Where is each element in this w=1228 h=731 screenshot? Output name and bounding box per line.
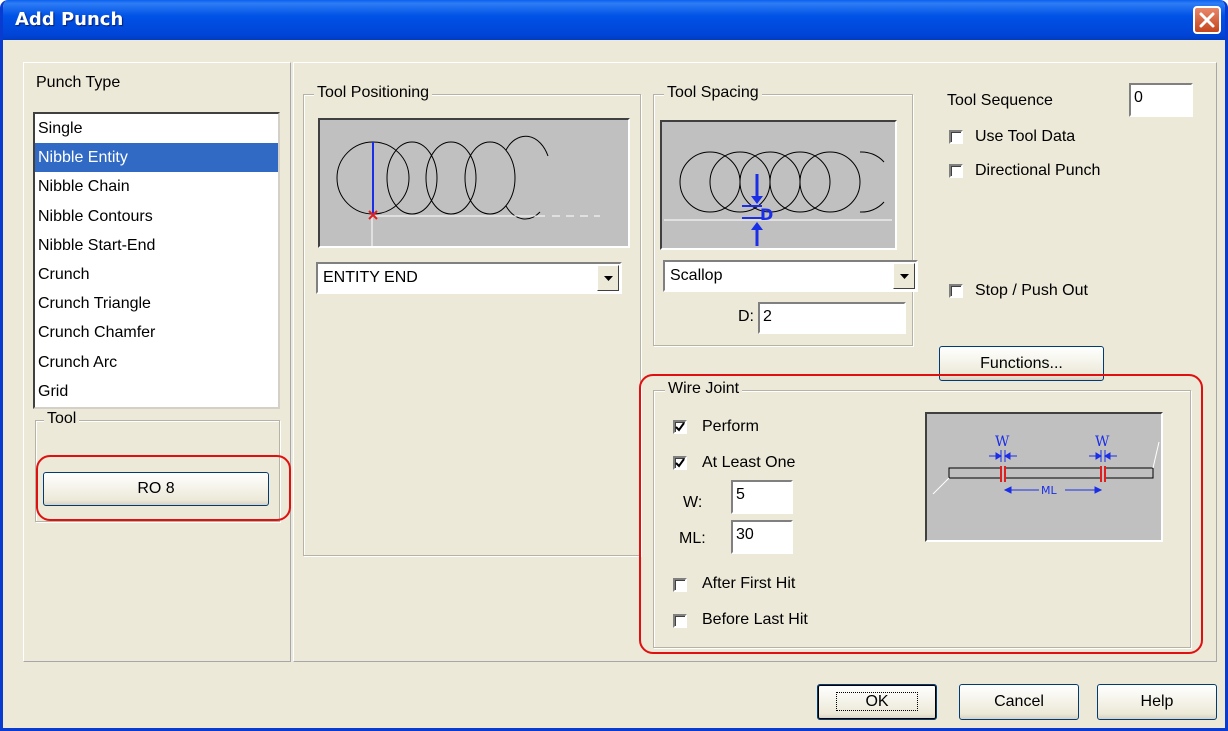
list-item[interactable]: Single: [35, 114, 278, 143]
at-least-one-label: At Least One: [702, 454, 796, 471]
window-title: Add Punch: [15, 9, 124, 30]
list-item[interactable]: Nibble Contours: [35, 202, 278, 231]
list-item[interactable]: Crunch Chamfer: [35, 318, 278, 347]
title-bar[interactable]: Add Punch: [3, 0, 1225, 40]
tool-positioning-preview: [318, 118, 630, 248]
w-input[interactable]: 5: [731, 480, 793, 514]
w-label: W:: [683, 494, 703, 511]
perform-checkbox[interactable]: [673, 420, 687, 434]
punch-type-list[interactable]: Single Nibble Entity Nibble Chain Nibble…: [33, 112, 280, 409]
tool-positioning-label: Tool Positioning: [314, 84, 433, 102]
use-tool-data-label: Use Tool Data: [975, 128, 1076, 145]
nibble-positioning-diagram: [336, 135, 600, 246]
ok-button-label: OK: [836, 692, 918, 711]
list-item[interactable]: Nibble Chain: [35, 172, 278, 201]
list-item[interactable]: Nibble Start-End: [35, 231, 278, 260]
tool-select-button[interactable]: RO 8: [43, 472, 269, 506]
ml-label: ML:: [679, 530, 706, 547]
punch-type-label: Punch Type: [36, 74, 121, 91]
tool-spacing-value: Scallop: [670, 267, 723, 284]
functions-button[interactable]: Functions...: [939, 346, 1104, 381]
spacing-d-input[interactable]: 2: [758, 302, 906, 334]
close-icon: [1199, 12, 1215, 28]
before-last-hit-checkbox[interactable]: [673, 614, 687, 628]
list-item[interactable]: Crunch Triangle: [35, 289, 278, 318]
add-punch-dialog: Add Punch Punch Type Single Nibble Entit…: [0, 0, 1228, 731]
stop-push-out-checkbox[interactable]: [949, 284, 963, 298]
ok-button[interactable]: OK: [817, 684, 937, 720]
list-item[interactable]: Crunch: [35, 260, 278, 289]
dropdown-arrow-icon[interactable]: [597, 265, 619, 291]
directional-punch-checkbox[interactable]: [949, 164, 963, 178]
cancel-button[interactable]: Cancel: [959, 684, 1079, 720]
spacing-d-marker: D: [760, 205, 773, 224]
dropdown-arrow-icon[interactable]: [893, 263, 915, 289]
help-button[interactable]: Help: [1097, 684, 1217, 720]
ml-marker: ML: [1041, 484, 1057, 497]
close-button[interactable]: [1193, 6, 1221, 34]
after-first-hit-checkbox[interactable]: [673, 578, 687, 592]
directional-punch-label: Directional Punch: [975, 162, 1101, 179]
list-item[interactable]: Crunch Arc: [35, 348, 278, 377]
wire-joint-diagram: W W ML: [932, 434, 1160, 497]
tool-group: [35, 420, 280, 522]
w-left-marker: W: [995, 434, 1010, 450]
list-item-selected[interactable]: Nibble Entity: [35, 143, 278, 173]
ml-input[interactable]: 30: [731, 520, 793, 554]
after-first-hit-label: After First Hit: [702, 575, 796, 592]
before-last-hit-label: Before Last Hit: [702, 611, 808, 628]
scallop-spacing-diagram: D: [664, 151, 892, 246]
tool-sequence-label: Tool Sequence: [947, 92, 1053, 109]
perform-label: Perform: [702, 418, 759, 435]
at-least-one-checkbox[interactable]: [673, 456, 687, 470]
use-tool-data-checkbox[interactable]: [949, 130, 963, 144]
list-item[interactable]: Grid: [35, 377, 278, 406]
tool-positioning-select[interactable]: ENTITY END: [316, 262, 622, 294]
checkmark-icon: [675, 458, 685, 468]
tool-spacing-select[interactable]: Scallop: [663, 260, 918, 292]
tool-spacing-preview: D: [660, 120, 897, 250]
stop-push-out-label: Stop / Push Out: [975, 282, 1088, 299]
wire-joint-label: Wire Joint: [665, 380, 743, 398]
tool-positioning-value: ENTITY END: [323, 269, 418, 286]
tool-sequence-input[interactable]: 0: [1129, 83, 1193, 117]
tool-spacing-label: Tool Spacing: [664, 84, 762, 102]
spacing-d-label: D:: [738, 308, 754, 325]
tool-group-label: Tool: [44, 410, 80, 428]
w-right-marker: W: [1095, 434, 1110, 450]
wire-joint-preview: W W ML: [925, 412, 1163, 542]
checkmark-icon: [675, 422, 685, 432]
